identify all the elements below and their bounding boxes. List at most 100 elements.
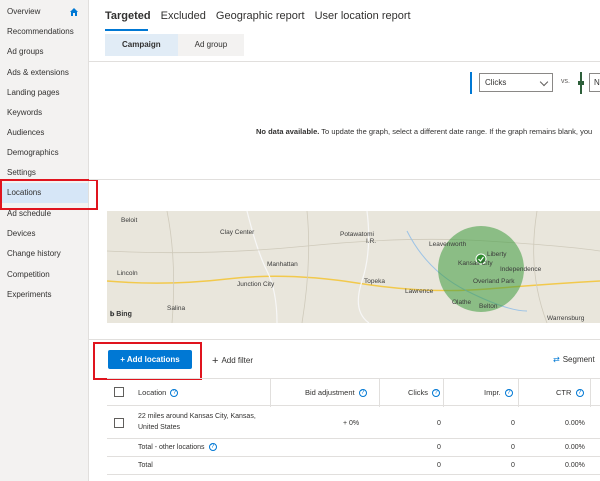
column-header-clicks[interactable]: Clicks ?: [408, 379, 441, 407]
sidebar-item-label: Locations: [7, 188, 42, 197]
clicks-cell: 0: [437, 420, 441, 427]
toggle-ad-group[interactable]: Ad group: [177, 34, 245, 56]
divider: [89, 61, 600, 62]
bid-adjustment-cell[interactable]: + 0%: [343, 420, 359, 427]
impr-cell: 0: [511, 420, 515, 427]
column-header-bid-adjustment[interactable]: Bid adjustment ?: [305, 379, 367, 407]
sidebar-item-label: Ad schedule: [7, 209, 52, 218]
sidebar-item-devices[interactable]: Devices: [0, 224, 88, 244]
column-header-ctr[interactable]: CTR ?: [556, 379, 584, 407]
impr-cell: 0: [511, 444, 515, 451]
metric2-dropdown[interactable]: N: [589, 73, 600, 92]
sidebar-item-label: Audiences: [7, 128, 45, 137]
header-label: Impr.: [484, 388, 501, 397]
sidebar-item-demographics[interactable]: Demographics: [0, 143, 88, 163]
divider: [89, 179, 600, 180]
sidebar-item-label: Ad groups: [7, 47, 44, 56]
tab-user-location-report[interactable]: User location report: [315, 8, 411, 28]
tab-excluded[interactable]: Excluded: [161, 8, 206, 28]
location-cell[interactable]: 22 miles around Kansas City, Kansas,: [138, 413, 256, 420]
row-separator: [107, 456, 600, 457]
column-header-location[interactable]: Location ?: [138, 379, 179, 407]
column-separator: [590, 379, 591, 407]
sidebar-item-ad-groups[interactable]: Ad groups: [0, 42, 88, 62]
column-header-impr[interactable]: Impr. ?: [484, 379, 513, 407]
column-separator: [443, 379, 444, 407]
ctr-cell: 0.00%: [565, 420, 585, 427]
header-label: Clicks: [408, 388, 428, 397]
sidebar-item-label: Landing pages: [7, 88, 60, 97]
info-icon[interactable]: ?: [504, 389, 513, 398]
sidebar-item-settings[interactable]: Settings: [0, 163, 88, 183]
sidebar-item-audiences[interactable]: Audiences: [0, 123, 88, 143]
map-label: I.R.: [366, 238, 377, 245]
location-cell-line2: United States: [138, 424, 181, 431]
add-locations-button[interactable]: + Add locations: [108, 350, 192, 369]
column-separator: [270, 379, 271, 407]
sidebar-item-ad-schedule[interactable]: Ad schedule: [0, 204, 88, 224]
level-toggle: Campaign Ad group: [105, 34, 245, 56]
sidebar-item-change-history[interactable]: Change history: [0, 244, 88, 264]
home-icon[interactable]: [69, 7, 79, 17]
map-label: Salina: [167, 305, 186, 312]
total-other-label: Total - other locations: [138, 443, 205, 451]
sidebar-item-label: Ads & extensions: [7, 68, 69, 77]
map-label: Beloit: [121, 217, 138, 224]
ctr-cell: 0.00%: [565, 444, 585, 451]
metric1-dropdown[interactable]: Clicks: [479, 73, 553, 92]
info-icon[interactable]: ?: [575, 389, 584, 398]
sidebar-item-label: Keywords: [7, 108, 43, 117]
sidebar-item-label: Recommendations: [7, 27, 74, 36]
header-label: CTR: [556, 388, 572, 397]
sidebar-item-competition[interactable]: Competition: [0, 265, 88, 285]
map-label: Leavenworth: [429, 241, 467, 248]
sidebar-item-label: Overview: [7, 7, 41, 16]
map-label: Topeka: [364, 278, 385, 285]
table-header: Location ? Bid adjustment ? Clicks ? Imp…: [107, 378, 600, 407]
map-label: Warrensburg: [547, 315, 585, 322]
segment-label: Segment: [562, 355, 595, 364]
sidebar-item-locations[interactable]: Locations: [0, 183, 88, 203]
no-data-message: No data available. To update the graph, …: [256, 127, 592, 136]
plus-icon: +: [212, 355, 219, 367]
map-label: Liberty: [487, 251, 507, 258]
segment-icon: ⇄: [553, 355, 560, 364]
sidebar-item-label: Competition: [7, 270, 50, 279]
info-icon[interactable]: ?: [170, 389, 179, 398]
sidebar-item-overview[interactable]: Overview: [0, 2, 88, 22]
map-label: Manhattan: [267, 261, 298, 268]
no-data-text: To update the graph, select a different …: [319, 127, 593, 136]
ctr-cell: 0.00%: [565, 462, 585, 469]
sidebar-item-recommendations[interactable]: Recommendations: [0, 22, 88, 42]
tab-geographic-report[interactable]: Geographic report: [216, 8, 305, 28]
impr-cell: 0: [511, 462, 515, 469]
row-checkbox[interactable]: [114, 418, 124, 428]
info-icon[interactable]: ?: [208, 443, 217, 451]
info-icon[interactable]: ?: [432, 389, 441, 398]
metric1-color-bar: [470, 72, 472, 94]
location-map[interactable]: Beloit Clay Center Potawatomi I.R. Leave…: [107, 211, 600, 323]
map-label: Lawrence: [405, 288, 434, 295]
sidebar-item-landing-pages[interactable]: Landing pages: [0, 83, 88, 103]
sidebar-item-label: Demographics: [7, 148, 59, 157]
sidebar-item-label: Experiments: [7, 290, 52, 299]
map-label: Independence: [500, 266, 542, 273]
sidebar-item-keywords[interactable]: Keywords: [0, 103, 88, 123]
toggle-campaign[interactable]: Campaign: [105, 34, 178, 56]
map-label: Potawatomi: [340, 231, 374, 238]
sidebar-item-label: Change history: [7, 249, 61, 258]
sidebar-item-experiments[interactable]: Experiments: [0, 285, 88, 305]
metric2-value: N: [594, 78, 600, 87]
segment-button[interactable]: ⇄ Segment: [553, 355, 595, 364]
no-data-bold: No data available.: [256, 127, 320, 136]
select-all-checkbox[interactable]: [114, 387, 124, 397]
total-other-locations-label: Total - other locations ?: [138, 443, 217, 451]
map-label: Clay Center: [220, 229, 255, 236]
header-label: Bid adjustment: [305, 388, 355, 397]
tab-targeted[interactable]: Targeted: [105, 8, 151, 28]
add-filter-button[interactable]: + Add filter: [212, 355, 253, 367]
map-label: Junction City: [237, 281, 275, 288]
info-icon[interactable]: ?: [358, 389, 367, 398]
vs-label: vs.: [561, 78, 570, 85]
sidebar-item-ads-extensions[interactable]: Ads & extensions: [0, 63, 88, 83]
